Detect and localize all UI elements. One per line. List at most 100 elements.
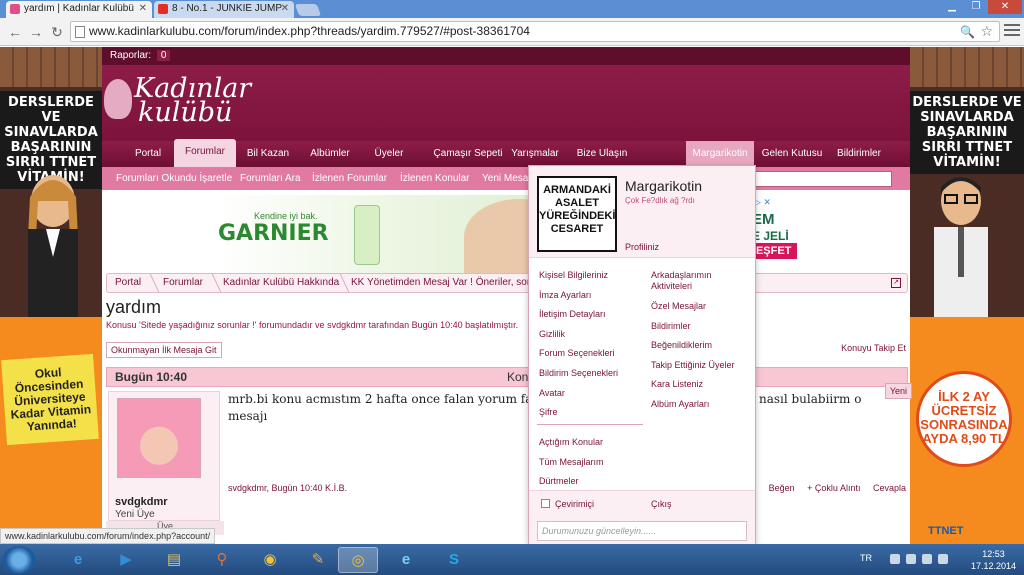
reload-icon[interactable]: ↻	[48, 23, 66, 41]
windows-taskbar: e ▶ ▤ ⚲ ◉ ✎ ◎ e S TR 12:53 17.12.2014	[0, 544, 1024, 575]
post-text-right: a nasıl bulabiirm o	[748, 392, 862, 406]
close-tab-icon[interactable]: ✕	[281, 3, 289, 14]
student-boy-image	[934, 177, 988, 317]
language-indicator[interactable]: TR	[860, 553, 872, 563]
subnav-watched-threads[interactable]: İzlenen Konular	[400, 167, 470, 190]
nav-alerts[interactable]: Bildirimler	[830, 141, 888, 167]
logout-link[interactable]: Çıkış	[651, 499, 672, 510]
crumb-portal[interactable]: Portal	[115, 274, 141, 292]
menu-signature[interactable]: İmza Ayarları	[539, 290, 591, 301]
nav-laundry[interactable]: Çamaşır Sepeti	[420, 141, 516, 167]
tray-icon[interactable]	[890, 554, 900, 564]
right-ad[interactable]: DERSLERDE VE SINAVLARDA BAŞARININ SIRRI …	[910, 47, 1024, 544]
breadcrumb-jump-icon[interactable]: ↗	[891, 278, 901, 288]
minimize-icon[interactable]: ▁	[940, 0, 964, 14]
online-checkbox[interactable]	[541, 499, 550, 508]
menu-likes-received[interactable]: Beğenildiklerim	[651, 340, 712, 351]
menu-personal-details[interactable]: Kişisel Bilgileriniz	[539, 270, 608, 281]
new-tab-button[interactable]	[294, 4, 322, 16]
edge-app-icon[interactable]: e	[386, 547, 426, 573]
subnav-watched-forums[interactable]: İzlenen Forumlar	[312, 167, 387, 190]
author-username[interactable]: svdgkdmr	[115, 496, 168, 508]
nav-inbox[interactable]: Gelen Kutusu	[758, 141, 826, 167]
skype-icon[interactable]: S	[434, 547, 474, 573]
tab-inactive[interactable]: 8 - No.1 - JUNKIE JUMP ✕	[154, 1, 294, 18]
menu-notification-options[interactable]: Bildirim Seçenekleri	[539, 368, 618, 379]
tray-icon[interactable]	[906, 554, 916, 564]
site-logo[interactable]: Kadınlar kulübü	[112, 75, 251, 126]
profile-link[interactable]: Profiliniz	[625, 242, 659, 252]
menu-alerts[interactable]: Bildirimler	[651, 321, 691, 332]
utility-app-icon[interactable]: ✎	[298, 547, 338, 573]
crumb-about[interactable]: Kadınlar Kulübü Hakkında	[223, 274, 339, 292]
first-unread-button[interactable]: Okunmayan İlk Mesaja Git	[106, 342, 222, 358]
menu-privacy[interactable]: Gizlilik	[539, 329, 565, 340]
status-update-input[interactable]: Durumunuzu güncelleyin......	[537, 521, 747, 541]
nav-contests[interactable]: Yarışmalar	[504, 141, 566, 167]
thread-description: Konusu 'Sitede yaşadığınız sorunlar !' f…	[106, 320, 519, 330]
account-name[interactable]: Margarikotin	[625, 178, 702, 194]
maximize-icon[interactable]: ❐	[964, 0, 988, 14]
menu-album-settings[interactable]: Albüm Ayarları	[651, 399, 709, 410]
subnav-new-posts[interactable]: Yeni Mesajl	[482, 167, 533, 190]
post-header: Bugün 10:40 Konu	[106, 367, 908, 387]
network-icon[interactable]	[922, 554, 932, 564]
back-arrow-icon[interactable]: ←	[6, 23, 24, 41]
menu-my-posts[interactable]: Tüm Mesajlarım	[539, 457, 604, 468]
zoom-icon[interactable]: 🔍	[960, 23, 975, 42]
forward-arrow-icon[interactable]: →	[27, 23, 45, 41]
ad-banner[interactable]: Kendine iyi bak. GARNIER ▷ ✕ EEM ME JELİ…	[102, 195, 910, 275]
nav-portal[interactable]: Portal	[126, 141, 170, 167]
menu-contact-details[interactable]: İletişim Detayları	[539, 309, 606, 320]
address-bar[interactable]: www.kadinlarkulubu.com/forum/index.php?t…	[70, 21, 1000, 42]
breadcrumb: Portal Forumlar Kadınlar Kulübü Hakkında…	[106, 273, 908, 293]
menu-avatar[interactable]: Avatar	[539, 388, 565, 399]
nav-albums[interactable]: Albümler	[302, 141, 358, 167]
menu-private-messages[interactable]: Özel Mesajlar	[651, 301, 706, 312]
subnav-search-forums[interactable]: Forumları Ara	[240, 167, 301, 190]
reports-count[interactable]: 0	[156, 50, 171, 61]
subnav-mark-read[interactable]: Forumları Okundu İşaretle	[116, 167, 232, 190]
nav-forums[interactable]: Forumlar	[174, 139, 236, 167]
bookmark-star-icon[interactable]: ☆	[980, 22, 993, 41]
menu-following[interactable]: Takip Ettiğiniz Üyeler	[651, 360, 735, 371]
reply-button[interactable]: Cevapla	[873, 483, 906, 493]
crumb-management[interactable]: KK Yönetimden Mesaj Var ! Öneriler, soru…	[351, 274, 544, 292]
nav-account[interactable]: Margarikotin	[686, 141, 754, 167]
chrome-icon[interactable]: ◎	[338, 547, 378, 573]
left-ad[interactable]: DERSLERDE VE SINAVLARDA BAŞARININ SIRRI …	[0, 47, 102, 544]
tab-active[interactable]: yardım | Kadınlar Kulübü ✕	[6, 1, 152, 18]
nav-bil-kazan[interactable]: Bil Kazan	[242, 141, 294, 167]
internet-explorer-icon[interactable]: e	[58, 547, 98, 573]
folder-icon[interactable]: ▤	[154, 547, 194, 573]
crumb-forums[interactable]: Forumlar	[163, 274, 203, 292]
post-meta[interactable]: svdgkdmr, Bugün 10:40 K.İ.B.	[228, 483, 347, 493]
secondary-ad[interactable]: EEM ME JELİ KEŞFET	[742, 195, 910, 275]
student-girl-image	[28, 175, 78, 317]
online-label[interactable]: Çevirimiçi	[555, 499, 594, 510]
menu-forum-options[interactable]: Forum Seçenekleri	[539, 348, 615, 359]
menu-friends-activity[interactable]: Arkadaşlarımın Aktiviteleri	[651, 270, 747, 292]
menu-password[interactable]: Şifre	[539, 407, 558, 418]
volume-icon[interactable]	[938, 554, 948, 564]
avatar[interactable]	[117, 398, 201, 478]
search-tool-icon[interactable]: ⚲	[202, 547, 242, 573]
nav-members[interactable]: Üyeler	[366, 141, 412, 167]
menu-my-threads[interactable]: Açtığım Konular	[539, 437, 603, 448]
media-app-icon[interactable]: ◉	[250, 547, 290, 573]
system-clock[interactable]: 12:53 17.12.2014	[971, 548, 1016, 572]
chrome-menu-icon[interactable]	[1004, 24, 1020, 38]
search-input[interactable]	[742, 171, 892, 187]
follow-thread-link[interactable]: Konuyu Takip Et	[841, 343, 906, 353]
account-avatar[interactable]: ARMANDAKİ ASALET YÜREĞİNDEKİ CESARET	[537, 176, 617, 252]
menu-ignore-list[interactable]: Kara Listeniz	[651, 379, 703, 390]
menu-pokes[interactable]: Dürtmeler	[539, 476, 579, 487]
multiquote-button[interactable]: + Çoklu Alıntı	[807, 483, 860, 493]
start-button[interactable]	[2, 546, 36, 574]
media-player-icon[interactable]: ▶	[106, 547, 146, 573]
close-tab-icon[interactable]: ✕	[139, 3, 147, 14]
reports-label[interactable]: Raporlar:	[110, 50, 151, 61]
like-button[interactable]: Beğen	[769, 483, 795, 493]
close-window-icon[interactable]: ✕	[988, 0, 1022, 14]
nav-contact[interactable]: Bize Ulaşın	[572, 141, 632, 167]
